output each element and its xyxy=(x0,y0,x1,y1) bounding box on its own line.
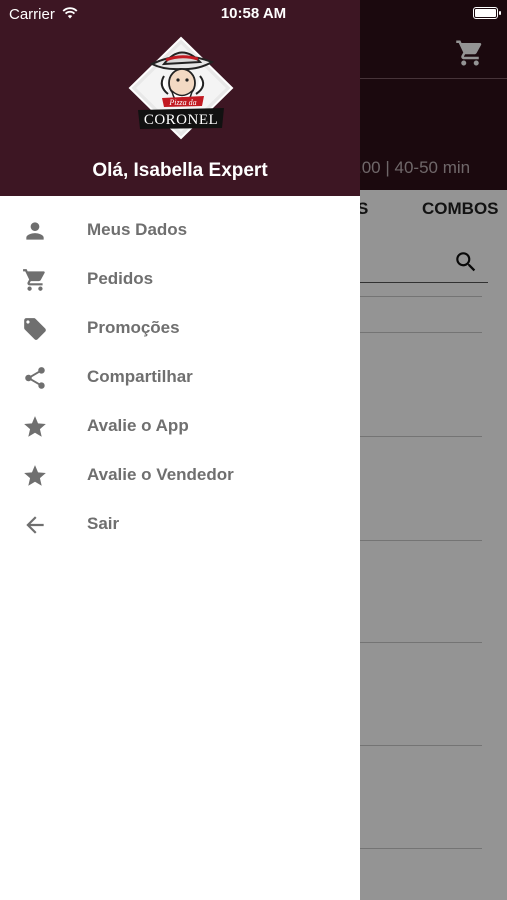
menu-item-avalie-app[interactable]: Avalie o App xyxy=(0,402,360,451)
cart-icon xyxy=(22,267,48,293)
logo-brand: CORONEL xyxy=(144,112,218,128)
menu-item-promocoes[interactable]: Promoções xyxy=(0,304,360,353)
tag-icon xyxy=(22,316,48,342)
battery-icon xyxy=(473,7,501,19)
menu-item-meus-dados[interactable]: Meus Dados xyxy=(0,206,360,255)
status-bar: Carrier 10:58 AM xyxy=(0,0,507,28)
menu-item-sair[interactable]: Sair xyxy=(0,500,360,549)
menu-item-avalie-vendedor[interactable]: Avalie o Vendedor xyxy=(0,451,360,500)
menu-item-label: Avalie o App xyxy=(87,416,189,435)
drawer-header: Pizza da CORONEL Olá, Isabella Expert xyxy=(0,0,360,196)
menu-item-compartilhar[interactable]: Compartilhar xyxy=(0,353,360,402)
share-icon xyxy=(22,365,48,391)
user-greeting: Olá, Isabella Expert xyxy=(92,160,268,181)
menu-item-label: Avalie o Vendedor xyxy=(87,465,234,484)
menu-item-label: Promoções xyxy=(87,318,180,337)
arrow-back-icon xyxy=(22,512,48,538)
logo-tagline: Pizza da xyxy=(168,98,196,107)
menu-item-label: Pedidos xyxy=(87,269,154,288)
menu-item-label: Sair xyxy=(87,514,120,533)
drawer-menu: Meus Dados Pedidos Promoções Compartilha… xyxy=(0,206,360,549)
menu-item-label: Compartilhar xyxy=(87,367,193,386)
star-icon xyxy=(22,463,48,489)
navigation-drawer: Pizza da CORONEL Olá, Isabella Expert Me… xyxy=(0,0,360,900)
star-icon xyxy=(22,414,48,440)
status-time: 10:58 AM xyxy=(220,5,287,22)
menu-item-pedidos[interactable]: Pedidos xyxy=(0,255,360,304)
pizza-da-coronel-logo: Pizza da CORONEL xyxy=(128,36,234,142)
person-icon xyxy=(22,218,48,244)
menu-item-label: Meus Dados xyxy=(87,220,188,239)
